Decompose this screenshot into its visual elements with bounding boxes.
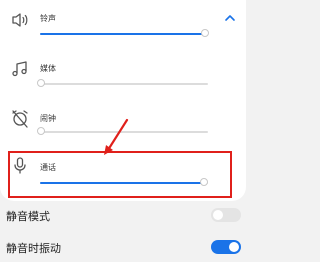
slider-thumb[interactable] (201, 29, 210, 37)
toggle-knob (213, 210, 223, 220)
music-note-icon[interactable] (10, 59, 30, 79)
chevron-up-icon[interactable] (222, 10, 238, 26)
toggle-knob (229, 242, 239, 252)
setting-label-silent-mode: 静音模式 (6, 210, 50, 223)
highlight-box (8, 151, 232, 198)
volume-label-ringtone: 铃声 (40, 14, 56, 23)
alarm-off-icon[interactable] (10, 108, 30, 128)
volume-label-alarm: 闹钟 (40, 114, 56, 123)
slider-fill (40, 33, 207, 35)
vibrate-silent-toggle[interactable] (211, 240, 241, 254)
slider-thumb[interactable] (37, 127, 45, 135)
annotation-arrow-icon (104, 118, 129, 155)
setting-row-vibrate-silent[interactable]: 静音时振动 (0, 232, 253, 262)
volume-label-media: 媒体 (40, 64, 56, 73)
volume-row-media: 媒体 (0, 54, 246, 102)
setting-row-silent-mode[interactable]: 静音模式 (0, 200, 253, 230)
setting-label-vibrate-silent: 静音时振动 (6, 242, 61, 255)
speaker-icon[interactable] (10, 10, 30, 30)
volume-slider-media[interactable] (37, 79, 208, 88)
volume-slider-ringtone[interactable] (40, 29, 210, 38)
volume-row-ringtone: 铃声 (0, 4, 246, 52)
silent-mode-toggle[interactable] (211, 208, 241, 222)
slider-track (40, 83, 208, 85)
slider-thumb[interactable] (37, 79, 45, 87)
